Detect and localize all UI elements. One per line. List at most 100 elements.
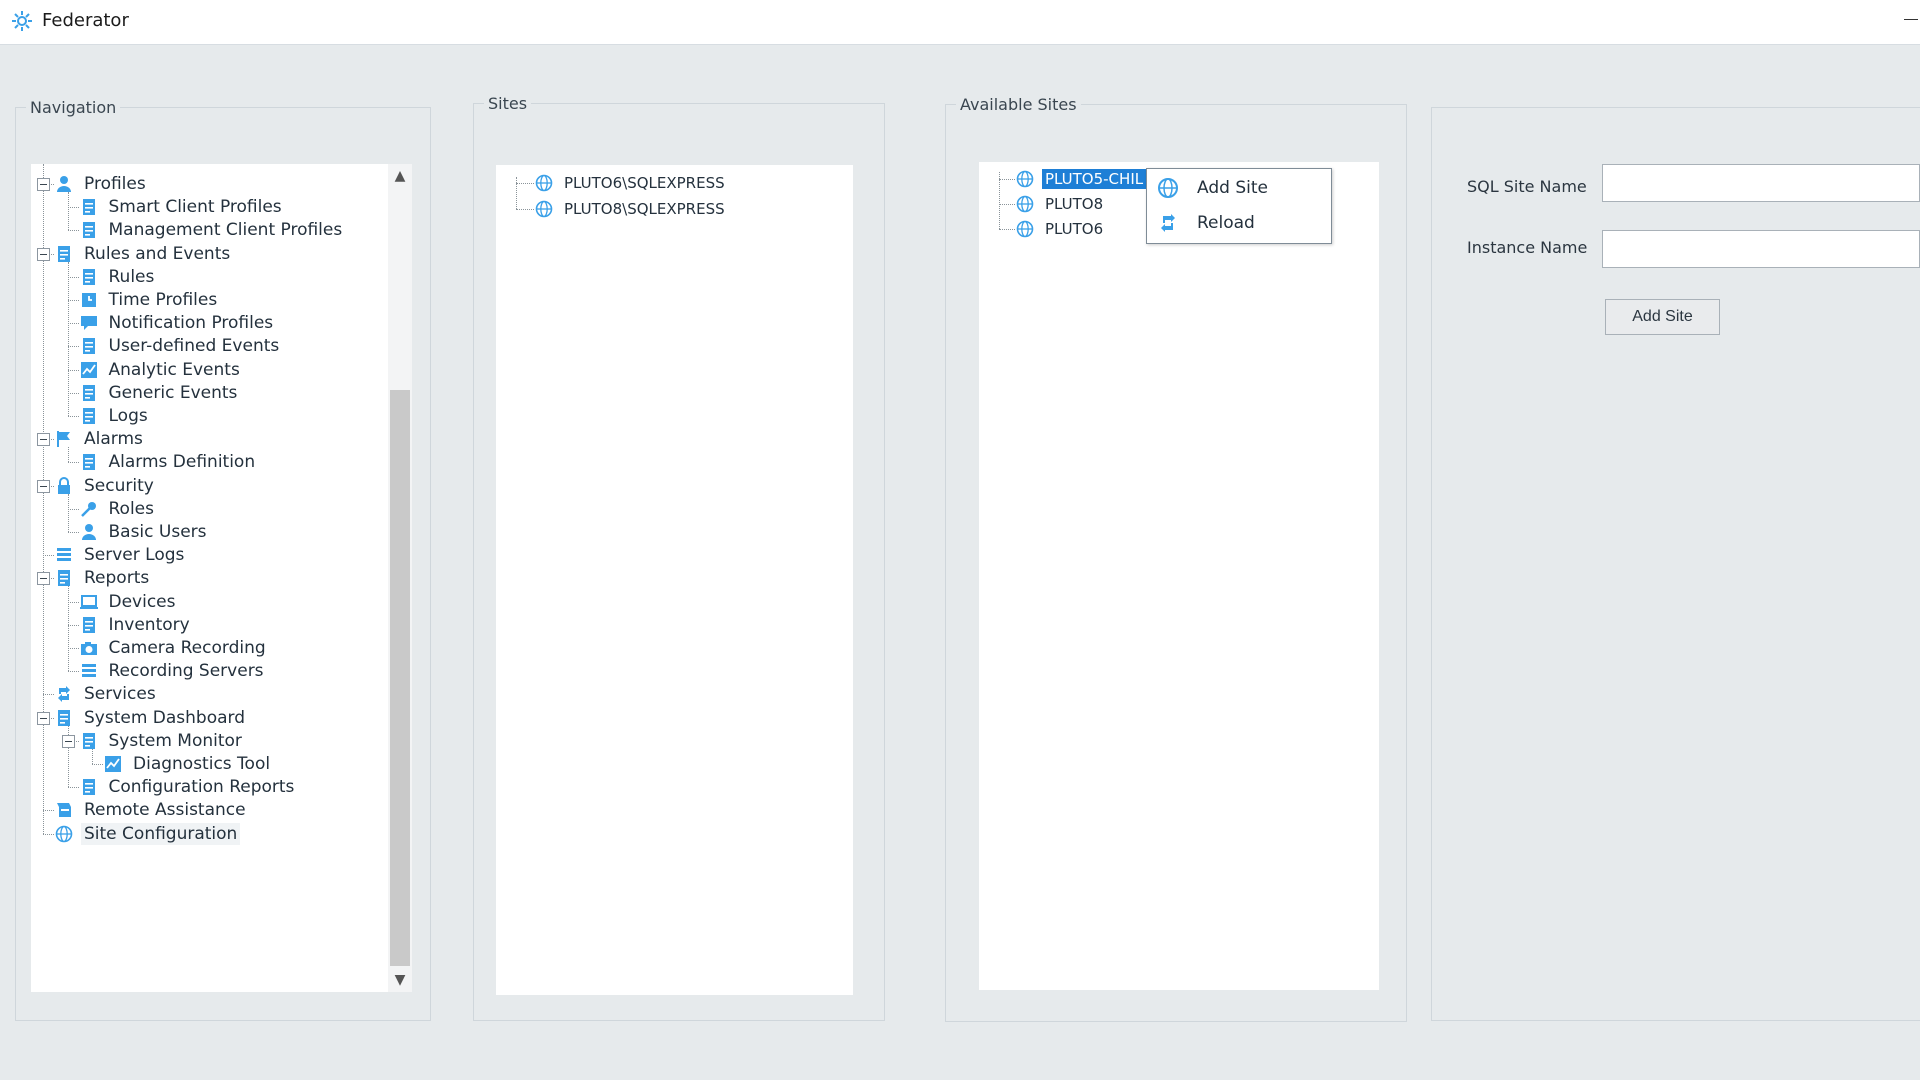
nav-item-alarms-definition[interactable]: Alarms Definition [80,449,259,475]
tree-connector [67,648,79,649]
nav-item-profiles[interactable]: Profiles [55,171,149,197]
tree-connector [67,601,79,603]
scroll-thumb[interactable] [390,390,410,966]
tree-connector [67,230,79,232]
site-item-label: PLUTO6\SQLEXPRESS [564,174,725,192]
nav-item-configuration-reports[interactable]: Configuration Reports [80,774,298,800]
nav-item-reports[interactable]: Reports [55,565,152,591]
nav-item-label: Security [84,475,154,496]
nav-item-roles-key[interactable]: Roles [80,496,158,522]
navigation-scrollbar[interactable]: ▲ ▼ [388,164,412,992]
tree-connector [67,276,79,278]
reports-icon [58,570,70,587]
nav-item-smart-client-profiles[interactable]: Smart Client Profiles [80,194,285,220]
tree-connector [43,810,54,812]
nav-item-remote-assistance[interactable]: Remote Assistance [55,797,249,823]
nav-item-security-lock[interactable]: Security [55,473,157,499]
nav-item-devices[interactable]: Devices [79,589,179,615]
collapse-toggle-icon[interactable] [37,247,50,261]
nav-item-basic-users[interactable]: Basic Users [80,519,210,545]
tree-connector [92,764,103,765]
tree-connector [999,172,1000,229]
tree-connector [43,555,54,557]
nav-item-label: Reports [84,568,150,589]
nav-item-time-profiles[interactable]: Time Profiles [80,287,221,313]
tree-connector [67,369,79,371]
available-sites-tree[interactable]: PLUTO5-CHIL PLUTO8 PLUTO6 [979,162,1379,990]
roles-key-icon [80,501,96,517]
context-menu-add-site-label: Add Site [1197,178,1268,198]
nav-item-rules[interactable]: Rules [80,264,158,290]
collapse-toggle-icon[interactable] [61,734,75,748]
tree-connector [516,208,534,210]
nav-item-services[interactable]: Services [55,681,159,707]
context-menu-add-site[interactable]: Add Site [1147,171,1331,205]
collapse-toggle-icon[interactable] [37,178,50,191]
nav-item-notification-profiles[interactable]: Notification Profiles [80,310,277,336]
instance-name-input[interactable] [1602,230,1920,268]
collapse-toggle-icon[interactable] [37,479,50,493]
nav-item-label: Devices [108,591,176,612]
nav-item-management-client-profiles[interactable]: Management Client Profiles [80,217,346,243]
globe-icon [1016,220,1034,238]
nav-item-label: Recording Servers [108,661,264,682]
sql-site-name-label: SQL Site Name [1467,177,1587,196]
available-site-item[interactable]: PLUTO8 [1016,191,1106,217]
add-site-globe-icon [1158,178,1178,198]
site-item[interactable]: PLUTO8\SQLEXPRESS [535,196,728,222]
analytic-events-icon [80,361,97,378]
nav-item-system-monitor[interactable]: System Monitor [80,728,245,754]
nav-item-label: Inventory [108,614,190,635]
nav-item-alarms-flag[interactable]: Alarms [55,426,146,452]
nav-item-label: Alarms [84,429,143,450]
nav-item-inventory[interactable]: Inventory [80,612,193,638]
tree-connector [67,346,79,348]
alarms-definition-icon [82,454,95,471]
nav-item-label: Site Configuration [81,822,241,845]
inventory-icon [82,616,95,633]
collapse-toggle-icon[interactable] [37,572,50,586]
tree-connector [67,207,79,209]
navigation-group-label: Navigation [26,98,121,117]
nav-item-label: Time Profiles [108,290,218,310]
collapse-toggle-icon[interactable] [37,711,50,725]
profiles-icon [57,176,71,192]
tree-connector [67,416,79,417]
nav-item-server-logs[interactable]: Server Logs [55,542,187,568]
available-site-item[interactable]: PLUTO5-CHIL [1016,166,1147,192]
nav-item-analytic-events[interactable]: Analytic Events [80,357,243,383]
sites-tree[interactable]: PLUTO6\SQLEXPRESS PLUTO8\SQLEXPRESS [496,165,853,995]
tree-connector [67,392,79,394]
nav-item-label: Camera Recording [108,638,266,658]
sql-site-name-input[interactable] [1602,164,1920,202]
tree-connector [67,192,69,231]
basic-users-icon [81,524,96,540]
nav-item-label: Basic Users [108,522,207,542]
tree-connector [516,183,534,184]
context-menu-reload[interactable]: Reload [1147,206,1331,240]
available-site-label: PLUTO8 [1045,195,1104,213]
devices-icon [79,594,98,609]
nav-item-logs[interactable]: Logs [80,403,151,429]
nav-item-site-configuration-globe[interactable]: Site Configuration [55,821,241,847]
nav-item-label: Server Logs [84,545,185,566]
nav-item-diagnostics-tool[interactable]: Diagnostics Tool [104,751,273,777]
site-configuration-globe-icon [55,825,73,842]
nav-item-user-defined-events[interactable]: User-defined Events [80,333,283,359]
nav-item-system-dashboard[interactable]: System Dashboard [55,705,248,731]
nav-item-rules-and-events[interactable]: Rules and Events [55,241,233,267]
nav-item-recording-servers[interactable]: Recording Servers [80,658,267,684]
nav-item-camera-recording[interactable]: Camera Recording [80,635,269,661]
site-item[interactable]: PLUTO6\SQLEXPRESS [535,170,728,196]
navigation-tree[interactable]: Profiles Smart Client Profiles Management … [31,164,412,992]
collapse-toggle-icon[interactable] [37,433,50,447]
available-site-item[interactable]: PLUTO6 [1016,216,1106,242]
scroll-up-arrow-icon[interactable]: ▲ [388,164,412,188]
scroll-down-arrow-icon[interactable]: ▼ [388,968,412,992]
federator-gear-icon [12,11,32,31]
window-title: Federator [42,10,129,31]
nav-item-generic-events[interactable]: Generic Events [80,380,241,406]
add-site-button[interactable]: Add Site [1605,299,1720,335]
logs-icon [82,408,95,424]
minimize-button[interactable] [1896,0,1920,40]
